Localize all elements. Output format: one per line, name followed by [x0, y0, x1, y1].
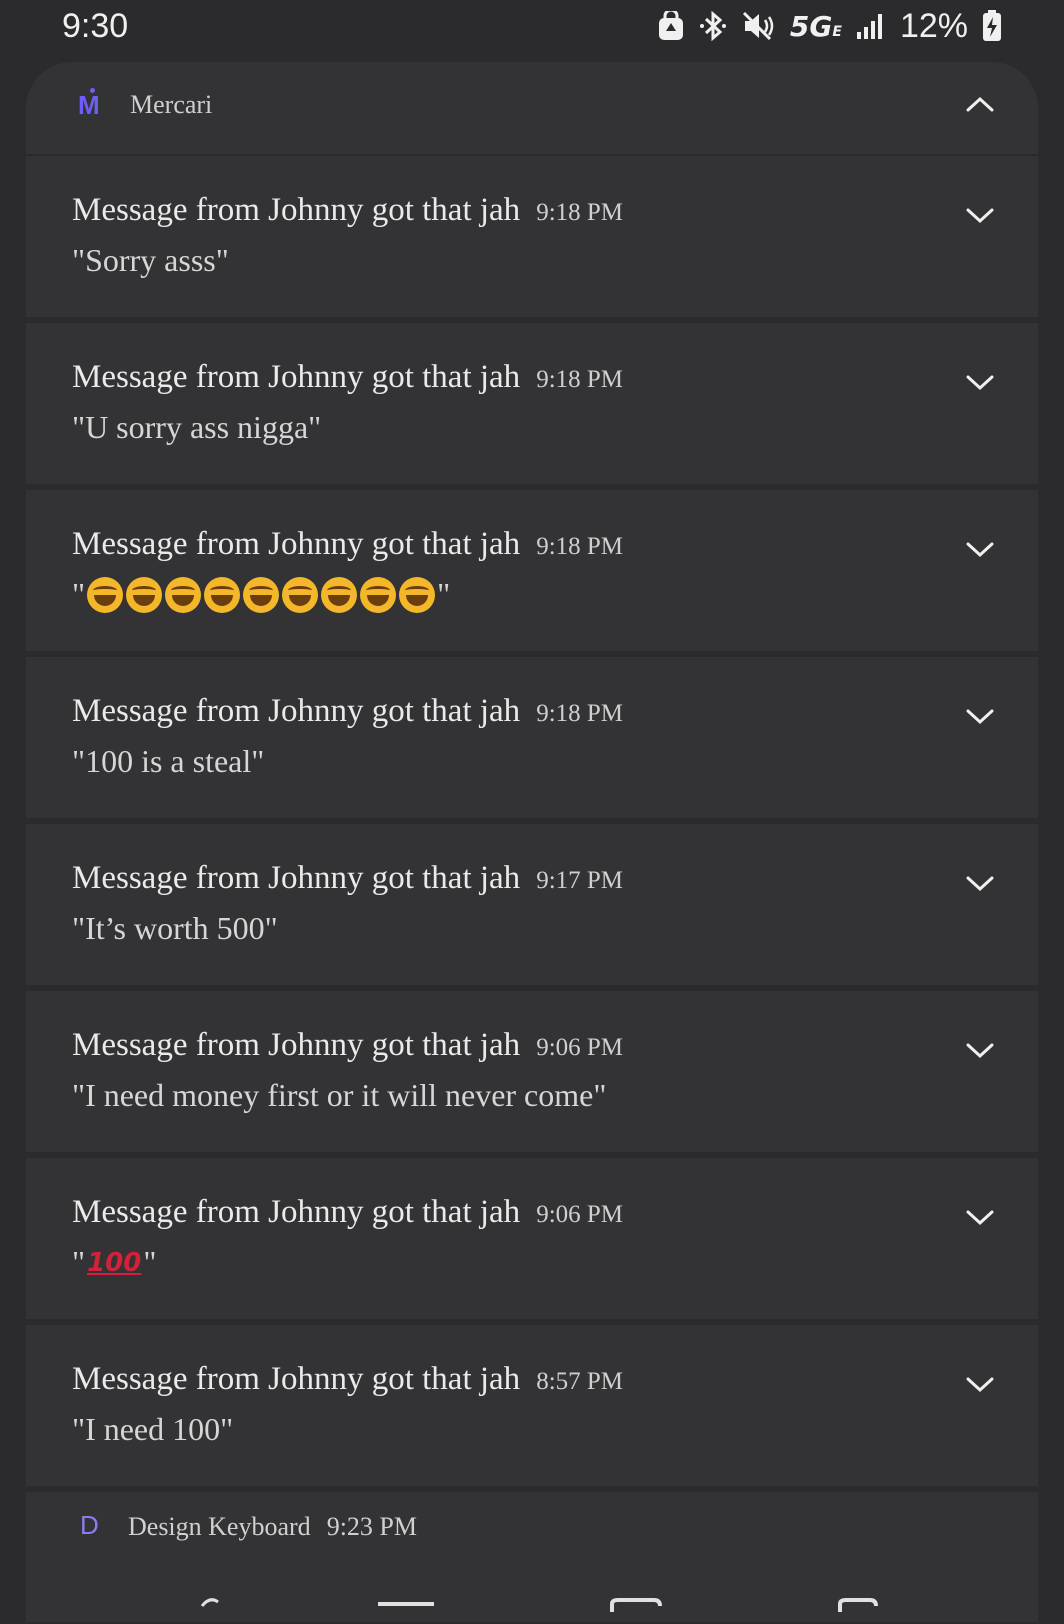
- notification-time: 9:18 PM: [536, 533, 624, 560]
- notification-title: Message from Johnny got that jah: [72, 359, 521, 395]
- laughing-face-icon: [87, 576, 124, 613]
- battery-percent: 12%: [899, 6, 968, 45]
- signal-icon: [856, 12, 886, 40]
- notification-time: 9:06 PM: [536, 1201, 624, 1228]
- quote-open: ": [72, 1244, 86, 1280]
- laughing-face-icon: [165, 576, 202, 613]
- laughing-face-icon: [321, 576, 358, 613]
- status-bar: 9:30 5GE 12%: [0, 0, 1064, 52]
- notification-body: "It’s worth 500": [72, 910, 278, 946]
- expand-chevron-down-icon[interactable]: [958, 365, 1002, 401]
- notification-item[interactable]: Message from Johnny got that jah 9:18 PM…: [26, 489, 1038, 651]
- notification-title: Message from Johnny got that jah: [72, 860, 521, 896]
- notification-title-line: Message from Johnny got that jah 9:18 PM: [72, 192, 623, 229]
- notification-item[interactable]: Message from Johnny got that jah 9:06 PM…: [26, 1157, 1038, 1319]
- recycle-lock-icon: [658, 11, 684, 41]
- mercari-logo-icon: M: [78, 88, 106, 122]
- laughing-face-icon: [204, 576, 241, 613]
- notification-item[interactable]: Message from Johnny got that jah 9:18 PM…: [26, 155, 1038, 317]
- design-keyboard-title-line: Design Keyboard 9:23 PM: [128, 1512, 417, 1542]
- notification-title: Message from Johnny got that jah: [72, 693, 521, 729]
- quote-open: ": [72, 576, 86, 612]
- notification-title: Message from Johnny got that jah: [72, 526, 521, 562]
- notification-body: " 100 ": [72, 1244, 156, 1281]
- design-keyboard-notification[interactable]: D Design Keyboard 9:23 PM: [26, 1492, 1038, 1622]
- laughing-face-icon: [243, 576, 280, 613]
- expand-chevron-down-icon[interactable]: [958, 1200, 1002, 1236]
- notification-time: 9:23 PM: [326, 1512, 417, 1541]
- notification-group-header[interactable]: M Mercari: [26, 62, 1038, 154]
- battery-charging-icon: [982, 10, 1002, 42]
- action-icons-partial: [200, 1598, 878, 1612]
- notification-title-line: Message from Johnny got that jah 9:06 PM: [72, 1194, 623, 1231]
- expand-chevron-down-icon[interactable]: [958, 198, 1002, 234]
- expand-chevron-down-icon[interactable]: [958, 1367, 1002, 1403]
- notification-title-line: Message from Johnny got that jah 8:57 PM: [72, 1361, 623, 1398]
- notification-title: Message from Johnny got that jah: [72, 192, 521, 228]
- bluetooth-icon: [698, 10, 728, 42]
- laughing-face-icon: [126, 576, 163, 613]
- status-icons: 5GE 12%: [658, 7, 1002, 46]
- laughing-face-icon: [282, 576, 319, 613]
- notification-body: "U sorry ass nigga": [72, 409, 322, 445]
- notification-title-line: Message from Johnny got that jah 9:18 PM: [72, 359, 623, 396]
- notification-time: 8:57 PM: [536, 1368, 624, 1395]
- notification-time: 9:06 PM: [536, 1034, 624, 1061]
- emoji-row: [87, 576, 436, 613]
- app-name: Mercari: [130, 90, 213, 119]
- hundred-points-icon: 100: [87, 1247, 142, 1278]
- notification-time: 9:18 PM: [536, 366, 624, 393]
- mute-icon: [742, 11, 776, 41]
- status-time: 9:30: [62, 6, 129, 45]
- notification-time: 9:18 PM: [536, 199, 624, 226]
- notification-title-line: Message from Johnny got that jah 9:18 PM: [72, 693, 623, 730]
- collapse-chevron-up-icon[interactable]: [958, 86, 1002, 122]
- notification-item[interactable]: Message from Johnny got that jah 9:18 PM…: [26, 656, 1038, 818]
- notification-body: "I need money first or it will never com…: [72, 1077, 607, 1113]
- notification-time: 9:18 PM: [536, 700, 624, 727]
- notification-title: Message from Johnny got that jah: [72, 1361, 521, 1397]
- notification-item[interactable]: Message from Johnny got that jah 9:06 PM…: [26, 990, 1038, 1152]
- notification-item[interactable]: Message from Johnny got that jah 8:57 PM…: [26, 1324, 1038, 1486]
- laughing-face-icon: [399, 576, 436, 613]
- notification-title: Message from Johnny got that jah: [72, 1027, 521, 1063]
- quote-close: ": [143, 1244, 157, 1280]
- notification-body: "100 is a steal": [72, 743, 265, 779]
- expand-chevron-down-icon[interactable]: [958, 532, 1002, 568]
- notification-time: 9:17 PM: [536, 867, 624, 894]
- notification-item[interactable]: Message from Johnny got that jah 9:18 PM…: [26, 322, 1038, 484]
- app-name: Design Keyboard: [128, 1512, 311, 1541]
- expand-chevron-down-icon[interactable]: [958, 699, 1002, 735]
- expand-chevron-down-icon[interactable]: [958, 1033, 1002, 1069]
- laughing-face-icon: [360, 576, 397, 613]
- notification-title: Message from Johnny got that jah: [72, 1194, 521, 1230]
- notification-item[interactable]: Message from Johnny got that jah 9:17 PM…: [26, 823, 1038, 985]
- notification-body: " ": [72, 576, 450, 613]
- notification-body: "I need 100": [72, 1411, 234, 1447]
- notification-title-line: Message from Johnny got that jah 9:06 PM: [72, 1027, 623, 1064]
- notification-body: "Sorry asss": [72, 242, 229, 278]
- notification-title-line: Message from Johnny got that jah 9:17 PM: [72, 860, 623, 897]
- expand-chevron-down-icon[interactable]: [958, 866, 1002, 902]
- quote-close: ": [437, 576, 451, 612]
- design-keyboard-app-icon: D: [80, 1510, 99, 1540]
- notification-title-line: Message from Johnny got that jah 9:18 PM: [72, 526, 623, 563]
- network-type: 5GE: [789, 9, 842, 43]
